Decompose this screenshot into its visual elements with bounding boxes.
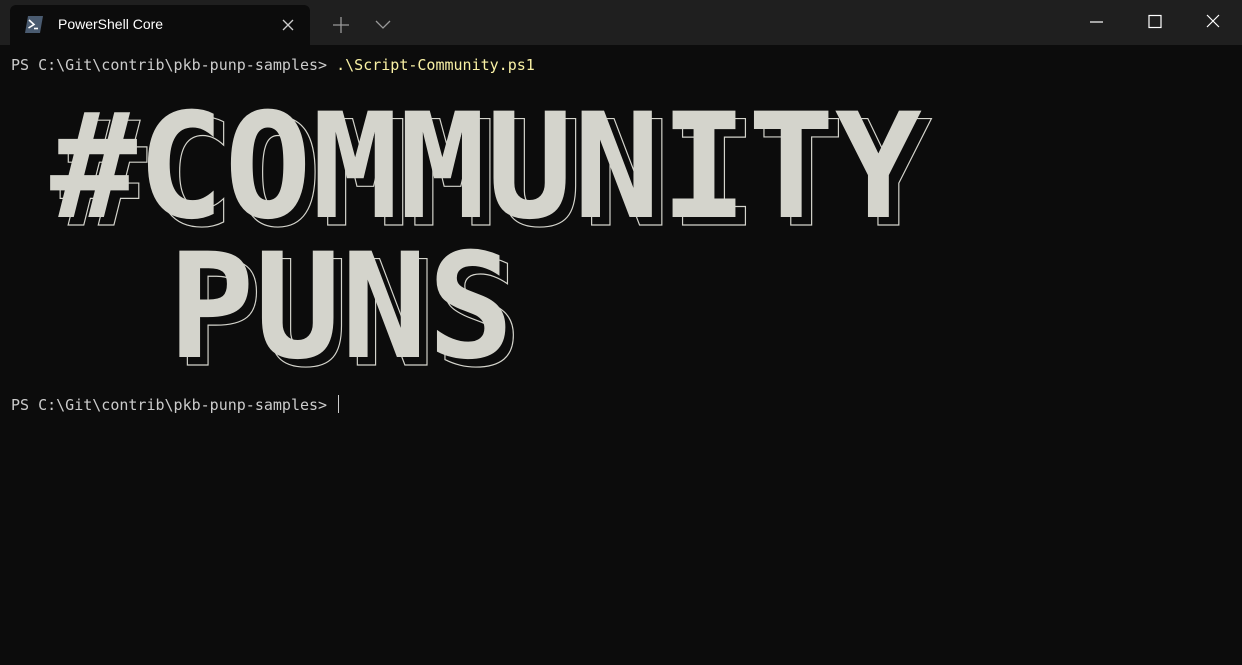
close-icon: [1206, 14, 1220, 28]
prompt-text-2: PS C:\Git\contrib\pkb-punp-samples>: [11, 396, 337, 414]
maximize-button[interactable]: [1126, 0, 1184, 45]
title-bar: PowerShell Core: [0, 0, 1242, 45]
terminal-area[interactable]: PS C:\Git\contrib\pkb-punp-samples> .\Sc…: [0, 45, 1242, 665]
minimize-button[interactable]: [1068, 0, 1126, 45]
close-window-button[interactable]: [1184, 0, 1242, 45]
tab-powershell-core[interactable]: PowerShell Core: [10, 5, 310, 45]
text-cursor: [338, 395, 340, 413]
plus-icon[interactable]: [331, 15, 351, 35]
maximize-icon: [1148, 14, 1162, 29]
banner-line2: PUNS: [168, 222, 514, 385]
minimize-icon: [1090, 21, 1103, 23]
prompt-line-2: PS C:\Git\contrib\pkb-punp-samples>: [11, 395, 340, 415]
chevron-down-icon[interactable]: [373, 17, 393, 33]
ascii-banner: #COMMUNITY PUNS #COMMUNITY PUNS: [50, 82, 933, 385]
tab-title: PowerShell Core: [58, 16, 164, 32]
powershell-icon: [25, 16, 43, 33]
close-icon[interactable]: [280, 17, 296, 33]
